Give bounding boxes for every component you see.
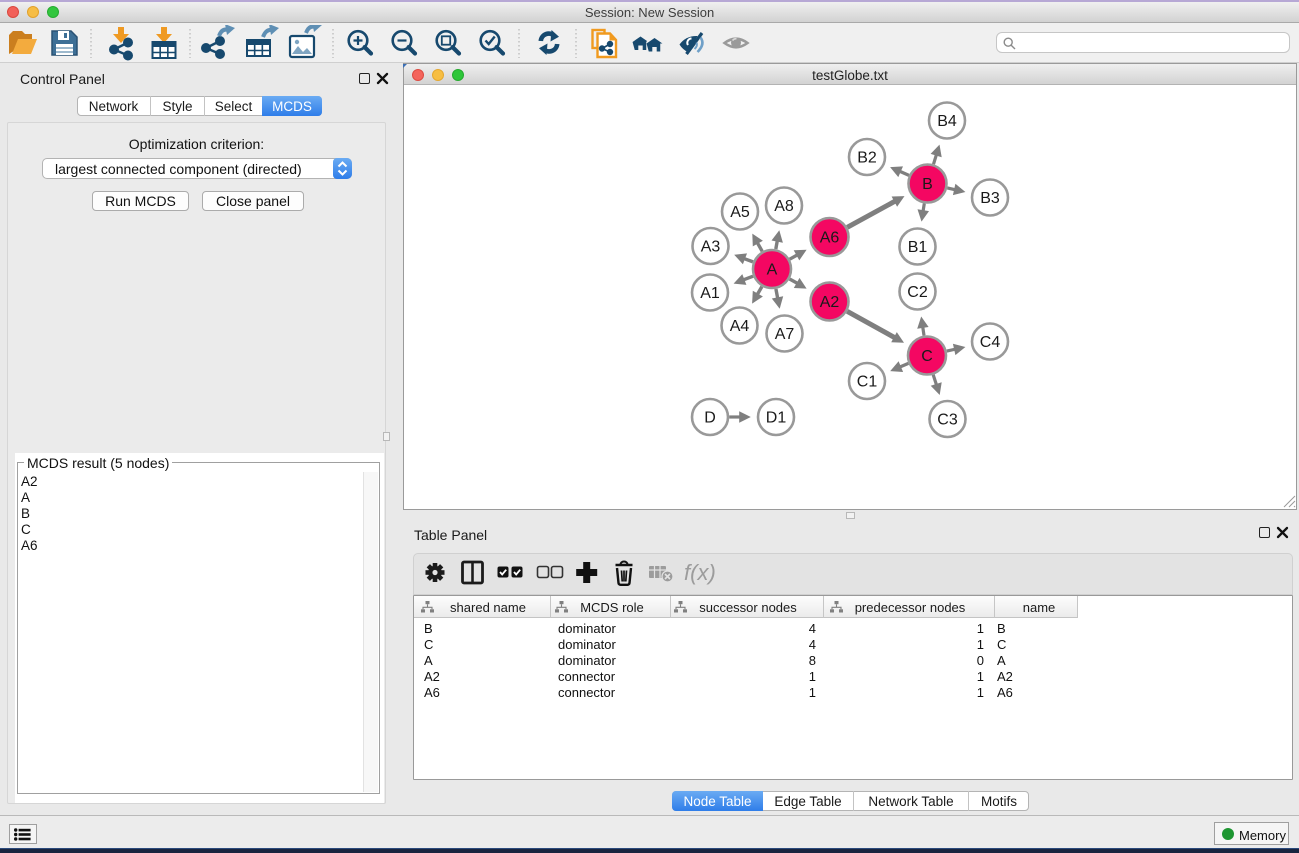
- svg-text:D: D: [704, 410, 716, 427]
- svg-text:B3: B3: [980, 190, 1000, 207]
- svg-text:A7: A7: [775, 326, 795, 343]
- svg-text:B4: B4: [937, 113, 957, 130]
- svg-text:B: B: [922, 176, 933, 193]
- svg-text:C: C: [921, 348, 933, 365]
- svg-text:C1: C1: [857, 374, 878, 391]
- svg-text:A: A: [767, 262, 778, 279]
- svg-text:A1: A1: [700, 285, 720, 302]
- svg-text:A8: A8: [774, 198, 794, 215]
- svg-text:C2: C2: [907, 284, 928, 301]
- svg-text:A2: A2: [820, 294, 840, 311]
- svg-text:f(x): f(x): [684, 560, 716, 585]
- svg-text:B1: B1: [908, 239, 928, 256]
- svg-text:A4: A4: [730, 318, 750, 335]
- svg-text:B2: B2: [857, 150, 877, 167]
- svg-text:A5: A5: [730, 204, 750, 221]
- svg-text:C3: C3: [937, 412, 958, 429]
- svg-text:A3: A3: [701, 239, 721, 256]
- svg-text:C4: C4: [980, 334, 1001, 351]
- svg-text:A6: A6: [820, 230, 840, 247]
- svg-text:D1: D1: [766, 410, 787, 427]
